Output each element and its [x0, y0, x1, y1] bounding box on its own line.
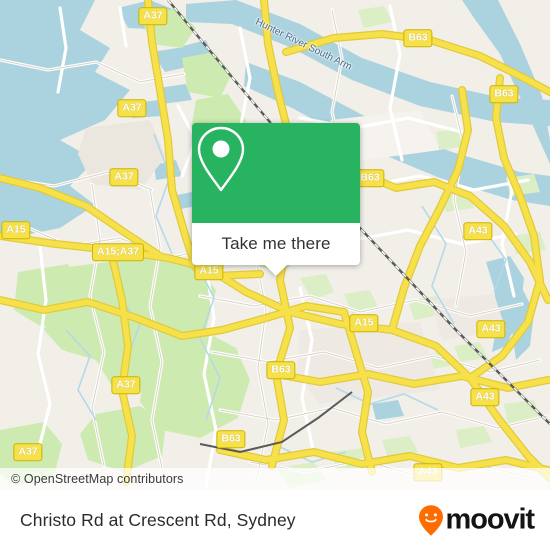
moovit-logo[interactable]: moovit: [418, 503, 536, 537]
road-shield: A37: [117, 99, 147, 117]
road-shield: B63: [216, 430, 246, 448]
moovit-wordmark: moovit: [445, 503, 536, 536]
map-canvas[interactable]: A37 B63 B63 A37 B63 A15 A43 A15;A37 A37 …: [0, 0, 550, 490]
popup-footer[interactable]: Take me there: [192, 223, 360, 276]
road-shield: A37: [13, 443, 43, 461]
page-title: Christo Rd at Crescent Rd, Sydney: [20, 509, 296, 530]
road-shield: A15;A37: [91, 243, 145, 261]
moovit-station-map-page: A37 B63 B63 A37 B63 A15 A43 A15;A37 A37 …: [0, 0, 550, 550]
take-me-there-label: Take me there: [221, 234, 331, 253]
road-shield: A43: [470, 388, 500, 406]
road-shield: A37: [111, 376, 141, 394]
moovit-smiley-pin-icon: [418, 504, 443, 536]
map-pin-icon: [197, 126, 245, 192]
attribution-text: © OpenStreetMap contributors: [11, 472, 184, 486]
road-shield: A37: [138, 7, 168, 25]
road-shield: A15: [1, 221, 31, 239]
road-shield: A43: [463, 222, 493, 240]
road-shield: B63: [266, 361, 296, 379]
road-shield: A15: [349, 314, 379, 332]
road-shield: A37: [109, 168, 139, 186]
popup-tail: [265, 265, 287, 276]
road-shield: A43: [476, 320, 506, 338]
popup-header: [192, 123, 360, 223]
road-shield: B63: [403, 29, 433, 47]
footer-bar: Christo Rd at Crescent Rd, Sydney moovit: [0, 490, 550, 550]
map-attribution: © OpenStreetMap contributors: [0, 468, 550, 490]
road-shield: B63: [489, 85, 519, 103]
take-me-there-popup[interactable]: Take me there: [192, 123, 360, 276]
